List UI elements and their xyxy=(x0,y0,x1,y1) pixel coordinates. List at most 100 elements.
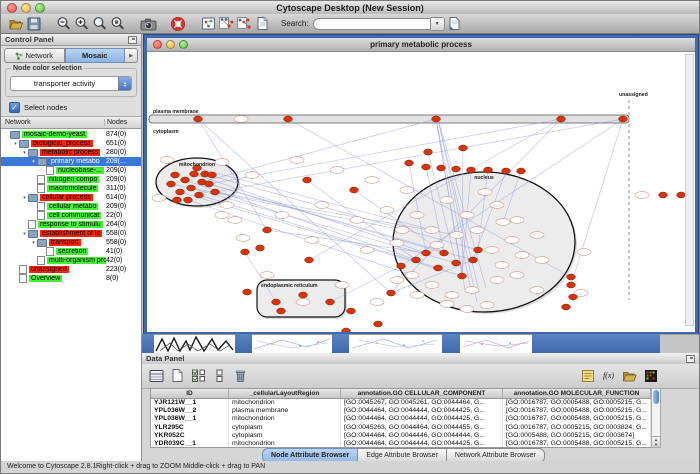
snapshot-icon[interactable] xyxy=(139,15,157,33)
graph-node[interactable] xyxy=(484,167,493,173)
table-scrollbar[interactable]: ▲▼ xyxy=(651,388,661,448)
network-graph[interactable]: plasma membranecytoplasmmitochondrionnuc… xyxy=(147,52,695,332)
graph-label-node[interactable] xyxy=(410,212,424,219)
graph-label-node[interactable] xyxy=(450,232,464,239)
graph-label-node[interactable] xyxy=(160,157,174,164)
graph-label-node[interactable] xyxy=(495,262,509,269)
column-header[interactable]: ID xyxy=(151,389,229,398)
layout-icon-2[interactable] xyxy=(235,15,253,33)
graph-label-node[interactable] xyxy=(228,217,242,224)
network-canvas[interactable]: plasma membranecytoplasmmitochondrionnuc… xyxy=(147,52,695,332)
note-icon[interactable] xyxy=(579,367,596,384)
delete-attribute-icon[interactable] xyxy=(232,367,249,384)
graph-label-node[interactable] xyxy=(245,172,259,179)
graph-label-node[interactable] xyxy=(445,292,459,299)
tree-item[interactable]: multi-organism pro42(0) xyxy=(1,256,141,265)
import-folder-icon[interactable] xyxy=(621,367,638,384)
graph-node[interactable] xyxy=(434,265,443,271)
graph-node[interactable] xyxy=(458,273,467,279)
graph-label-node[interactable] xyxy=(215,159,229,166)
graph-label-node[interactable] xyxy=(440,197,454,204)
tree-item[interactable]: nucleobase-...209(0) xyxy=(1,166,141,175)
tab-network[interactable]: Network xyxy=(4,48,65,63)
graph-node[interactable] xyxy=(412,257,421,263)
graph-node[interactable] xyxy=(422,250,431,256)
graph-node[interactable] xyxy=(440,250,449,256)
graph-node[interactable] xyxy=(459,145,468,151)
open-icon[interactable] xyxy=(7,15,25,33)
view-icon[interactable] xyxy=(199,15,217,33)
canvas-scrollbar[interactable] xyxy=(685,54,694,326)
graph-node[interactable] xyxy=(256,245,265,251)
column-header[interactable]: annotation.GO MOLECULAR_FUNCTION xyxy=(503,389,651,398)
document-icon[interactable] xyxy=(253,15,271,33)
graph-node[interactable] xyxy=(190,171,199,177)
graph-label-node[interactable] xyxy=(380,207,394,214)
graph-node[interactable] xyxy=(562,304,571,310)
tab-mosaic[interactable]: Mosaic xyxy=(65,48,126,63)
background-window-sliver[interactable] xyxy=(660,334,699,353)
graph-label-node[interactable] xyxy=(215,212,229,219)
graph-node[interactable] xyxy=(263,227,272,233)
graph-node[interactable] xyxy=(474,247,483,253)
graph-label-node[interactable] xyxy=(296,299,310,306)
graph-node[interactable] xyxy=(422,164,431,170)
graph-node[interactable] xyxy=(557,116,566,122)
graph-label-node[interactable] xyxy=(405,272,419,279)
color-attribute-select[interactable]: transporter activity ▲▼ xyxy=(10,76,132,91)
graph-label-node[interactable] xyxy=(530,232,544,239)
graph-label-node[interactable] xyxy=(577,249,591,256)
graph-node[interactable] xyxy=(387,290,396,296)
background-window-sliver[interactable] xyxy=(442,334,460,353)
graph-node[interactable] xyxy=(305,257,314,263)
graph-label-node[interactable] xyxy=(430,242,444,249)
graph-label-node[interactable] xyxy=(485,247,499,254)
zoom-fit-icon[interactable] xyxy=(91,15,109,33)
graph-node[interactable] xyxy=(347,308,356,314)
graph-label-node[interactable] xyxy=(635,192,649,199)
matrix-icon[interactable] xyxy=(642,367,659,384)
graph-label-node[interactable] xyxy=(490,277,504,284)
background-window-sliver[interactable] xyxy=(154,334,235,353)
graph-node[interactable] xyxy=(432,116,441,122)
graph-label-node[interactable] xyxy=(370,299,384,306)
graph-label-node[interactable] xyxy=(260,272,274,279)
graph-node[interactable] xyxy=(181,177,190,183)
background-window-sliver[interactable] xyxy=(332,334,349,353)
graph-node[interactable] xyxy=(405,160,414,166)
graph-label-node[interactable] xyxy=(275,212,289,219)
graph-node[interactable] xyxy=(187,185,196,191)
tree-item[interactable]: cell communicat22(0) xyxy=(1,211,141,220)
table-row[interactable]: YKR052Ccytoplasm[GO:0044464, GO:0044446,… xyxy=(151,432,651,440)
background-window-sliver[interactable] xyxy=(235,334,252,353)
table-row[interactable]: YLR295Ccytoplasm[GO:0045263, GO:0044464,… xyxy=(151,424,651,432)
graph-node[interactable] xyxy=(452,166,461,172)
graph-label-node[interactable] xyxy=(510,272,524,279)
tree-item[interactable]: ▾transport558(0) xyxy=(1,238,141,247)
graph-label-node[interactable] xyxy=(220,202,234,209)
zoom-in-icon[interactable] xyxy=(73,15,91,33)
graph-label-node[interactable] xyxy=(505,237,519,244)
graph-label-node[interactable] xyxy=(470,227,484,234)
table-row[interactable]: YJR121W__1mitochondrion[GO:0045267, GO:0… xyxy=(151,399,651,407)
column-header[interactable]: annotation.GO CELLULAR_COMPONENT xyxy=(341,389,503,398)
graph-node[interactable] xyxy=(569,294,578,300)
graph-node[interactable] xyxy=(173,197,182,203)
graph-node[interactable] xyxy=(342,328,351,332)
graph-label-node[interactable] xyxy=(425,227,439,234)
background-window-sliver[interactable] xyxy=(252,334,332,353)
graph-node[interactable] xyxy=(195,192,204,198)
graph-label-node[interactable] xyxy=(290,157,304,164)
graph-label-node[interactable] xyxy=(530,287,544,294)
select-nodes-checkbox[interactable]: ✓ xyxy=(9,102,20,113)
background-window-sliver[interactable] xyxy=(142,334,154,353)
graph-label-node[interactable] xyxy=(390,240,404,247)
graph-label-node[interactable] xyxy=(465,287,479,294)
graph-label-node[interactable] xyxy=(152,195,166,202)
save-icon[interactable] xyxy=(25,15,43,33)
new-attribute-icon[interactable] xyxy=(169,367,186,384)
graph-node[interactable] xyxy=(517,168,526,174)
graph-node[interactable] xyxy=(567,274,576,280)
float-icon[interactable] xyxy=(128,36,137,44)
tree-item[interactable]: response to stimulu264(0) xyxy=(1,220,141,229)
